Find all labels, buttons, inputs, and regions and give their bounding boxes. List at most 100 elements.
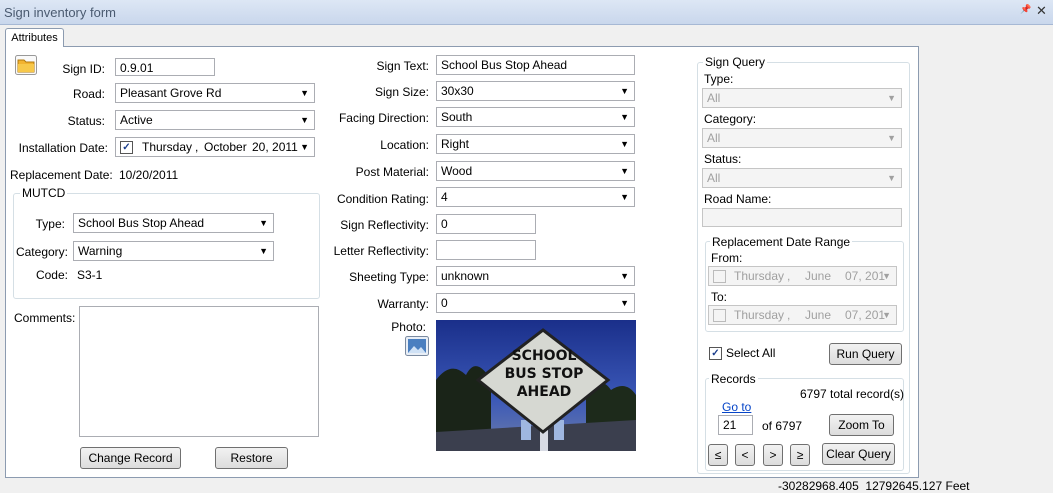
select-all-label: Select All — [726, 346, 776, 360]
condition-rating-value: 4 — [441, 190, 448, 204]
sign-text-input[interactable]: School Bus Stop Ahead — [436, 55, 635, 75]
sign-query-title: Sign Query — [703, 55, 768, 69]
sign-size-label: Sign Size: — [374, 85, 429, 99]
previous-record-button[interactable]: < — [735, 444, 755, 466]
installation-date-label: Installation Date: — [18, 141, 108, 155]
sign-reflectivity-input[interactable]: 0 — [436, 214, 536, 234]
mutcd-type-value: School Bus Stop Ahead — [78, 216, 205, 230]
dropdown-arrow-icon: ▼ — [882, 310, 891, 320]
condition-rating-label: Condition Rating: — [336, 192, 429, 206]
query-status-dropdown[interactable]: All ▼ — [702, 168, 902, 188]
last-record-button[interactable]: ≥ — [790, 444, 810, 466]
sign-id-label: Sign ID: — [62, 62, 105, 76]
warranty-dropdown[interactable]: 0 ▼ — [436, 293, 635, 313]
sign-photo: SCHOOL BUS STOP AHEAD — [436, 320, 636, 451]
dropdown-arrow-icon: ▼ — [300, 142, 309, 152]
dropdown-arrow-icon: ▼ — [259, 246, 268, 256]
mutcd-code-value: S3-1 — [77, 268, 103, 282]
dropdown-arrow-icon: ▼ — [887, 93, 896, 103]
warranty-label: Warranty: — [377, 297, 429, 311]
clear-query-button[interactable]: Clear Query — [822, 443, 895, 465]
map-coordinates: -30282968.405 12792645.127 Feet — [778, 479, 970, 493]
letter-reflectivity-input[interactable] — [436, 240, 536, 260]
installation-date-picker[interactable]: ✓ Thursday , October 20, 2011 ▼ — [115, 137, 315, 157]
zoom-to-button[interactable]: Zoom To — [829, 414, 894, 436]
status-value: Active — [120, 113, 153, 127]
photo-sign-line-3: AHEAD — [516, 384, 572, 400]
next-record-button[interactable]: > — [763, 444, 783, 466]
sheeting-type-value: unknown — [441, 269, 490, 283]
from-day: Thursday — [734, 269, 785, 283]
status-label: Status: — [67, 114, 105, 128]
change-record-button[interactable]: Change Record — [80, 447, 181, 469]
query-type-dropdown[interactable]: All ▼ — [702, 88, 902, 108]
road-label: Road: — [72, 87, 105, 101]
dropdown-arrow-icon: ▼ — [620, 86, 629, 96]
query-status-value: All — [707, 171, 721, 185]
tab-attributes[interactable]: Attributes — [5, 28, 64, 47]
photo-label: Photo: — [391, 320, 426, 334]
sign-id-input[interactable]: 0.9.01 — [115, 58, 215, 76]
query-category-dropdown[interactable]: All ▼ — [702, 128, 902, 148]
photo-sign-line-2: BUS STOP — [504, 366, 584, 382]
query-type-value: All — [707, 91, 721, 105]
dropdown-arrow-icon: ▼ — [620, 139, 629, 149]
query-road-name-input[interactable] — [702, 208, 902, 227]
photo-sign-line-1: SCHOOL — [511, 348, 577, 364]
photo-icon[interactable] — [405, 336, 429, 356]
to-month: June — [805, 308, 832, 322]
pin-icon[interactable]: 📌 — [1020, 4, 1031, 15]
post-material-dropdown[interactable]: Wood ▼ — [436, 161, 635, 181]
location-dropdown[interactable]: Right ▼ — [436, 134, 635, 154]
from-date-picker[interactable]: Thursday , June 07, 201 ▼ — [708, 266, 897, 286]
records-of-count: of 6797 — [762, 419, 803, 433]
post-material-value: Wood — [441, 164, 473, 178]
dropdown-arrow-icon: ▼ — [882, 271, 891, 281]
dropdown-arrow-icon: ▼ — [887, 133, 896, 143]
query-category-value: All — [707, 131, 721, 145]
close-icon[interactable]: ✕ — [1036, 3, 1047, 19]
select-all-checkbox[interactable]: ✓ — [709, 347, 722, 360]
to-date-picker[interactable]: Thursday , June 07, 201 ▼ — [708, 305, 897, 325]
from-date: 07, 201 — [845, 269, 886, 283]
folder-icon[interactable] — [15, 55, 37, 75]
from-date-checkbox[interactable] — [713, 270, 726, 283]
to-date: 07, 201 — [845, 308, 886, 322]
sheeting-type-dropdown[interactable]: unknown ▼ — [436, 266, 635, 286]
to-label: To: — [711, 290, 728, 304]
dropdown-arrow-icon: ▼ — [620, 112, 629, 122]
condition-rating-dropdown[interactable]: 4 ▼ — [436, 187, 635, 207]
sheeting-type-label: Sheeting Type: — [349, 270, 429, 284]
mutcd-category-dropdown[interactable]: Warning ▼ — [73, 241, 274, 261]
from-sep: , — [787, 269, 791, 283]
letter-reflectivity-label: Letter Reflectivity: — [333, 244, 429, 258]
window-title: Sign inventory form — [4, 5, 116, 20]
comments-textarea[interactable] — [79, 306, 319, 437]
location-value: Right — [441, 137, 470, 151]
to-day: Thursday — [734, 308, 785, 322]
sign-size-dropdown[interactable]: 30x30 ▼ — [436, 81, 635, 101]
records-title: Records — [709, 372, 758, 386]
comments-label: Comments: — [14, 311, 76, 325]
mutcd-type-dropdown[interactable]: School Bus Stop Ahead ▼ — [73, 213, 274, 233]
road-value: Pleasant Grove Rd — [120, 86, 222, 100]
dropdown-arrow-icon: ▼ — [887, 173, 896, 183]
run-query-button[interactable]: Run Query — [829, 343, 902, 365]
installation-date-checkbox[interactable]: ✓ — [120, 141, 133, 154]
status-dropdown[interactable]: Active ▼ — [115, 110, 315, 130]
sign-size-value: 30x30 — [441, 84, 474, 98]
facing-direction-dropdown[interactable]: South ▼ — [436, 107, 635, 127]
first-record-button[interactable]: ≤ — [708, 444, 728, 466]
dropdown-arrow-icon: ▼ — [620, 166, 629, 176]
road-dropdown[interactable]: Pleasant Grove Rd ▼ — [115, 83, 315, 103]
dropdown-arrow-icon: ▼ — [620, 298, 629, 308]
mutcd-title: MUTCD — [20, 186, 68, 200]
warranty-value: 0 — [441, 296, 448, 310]
from-label: From: — [711, 251, 743, 265]
title-bar: Sign inventory form 📌 ✕ — [0, 0, 1053, 25]
goto-link[interactable]: Go to — [722, 400, 751, 414]
restore-button[interactable]: Restore — [215, 447, 288, 469]
to-date-checkbox[interactable] — [713, 309, 726, 322]
mutcd-code-label: Code: — [35, 268, 68, 282]
goto-input[interactable]: 21 — [718, 415, 753, 435]
